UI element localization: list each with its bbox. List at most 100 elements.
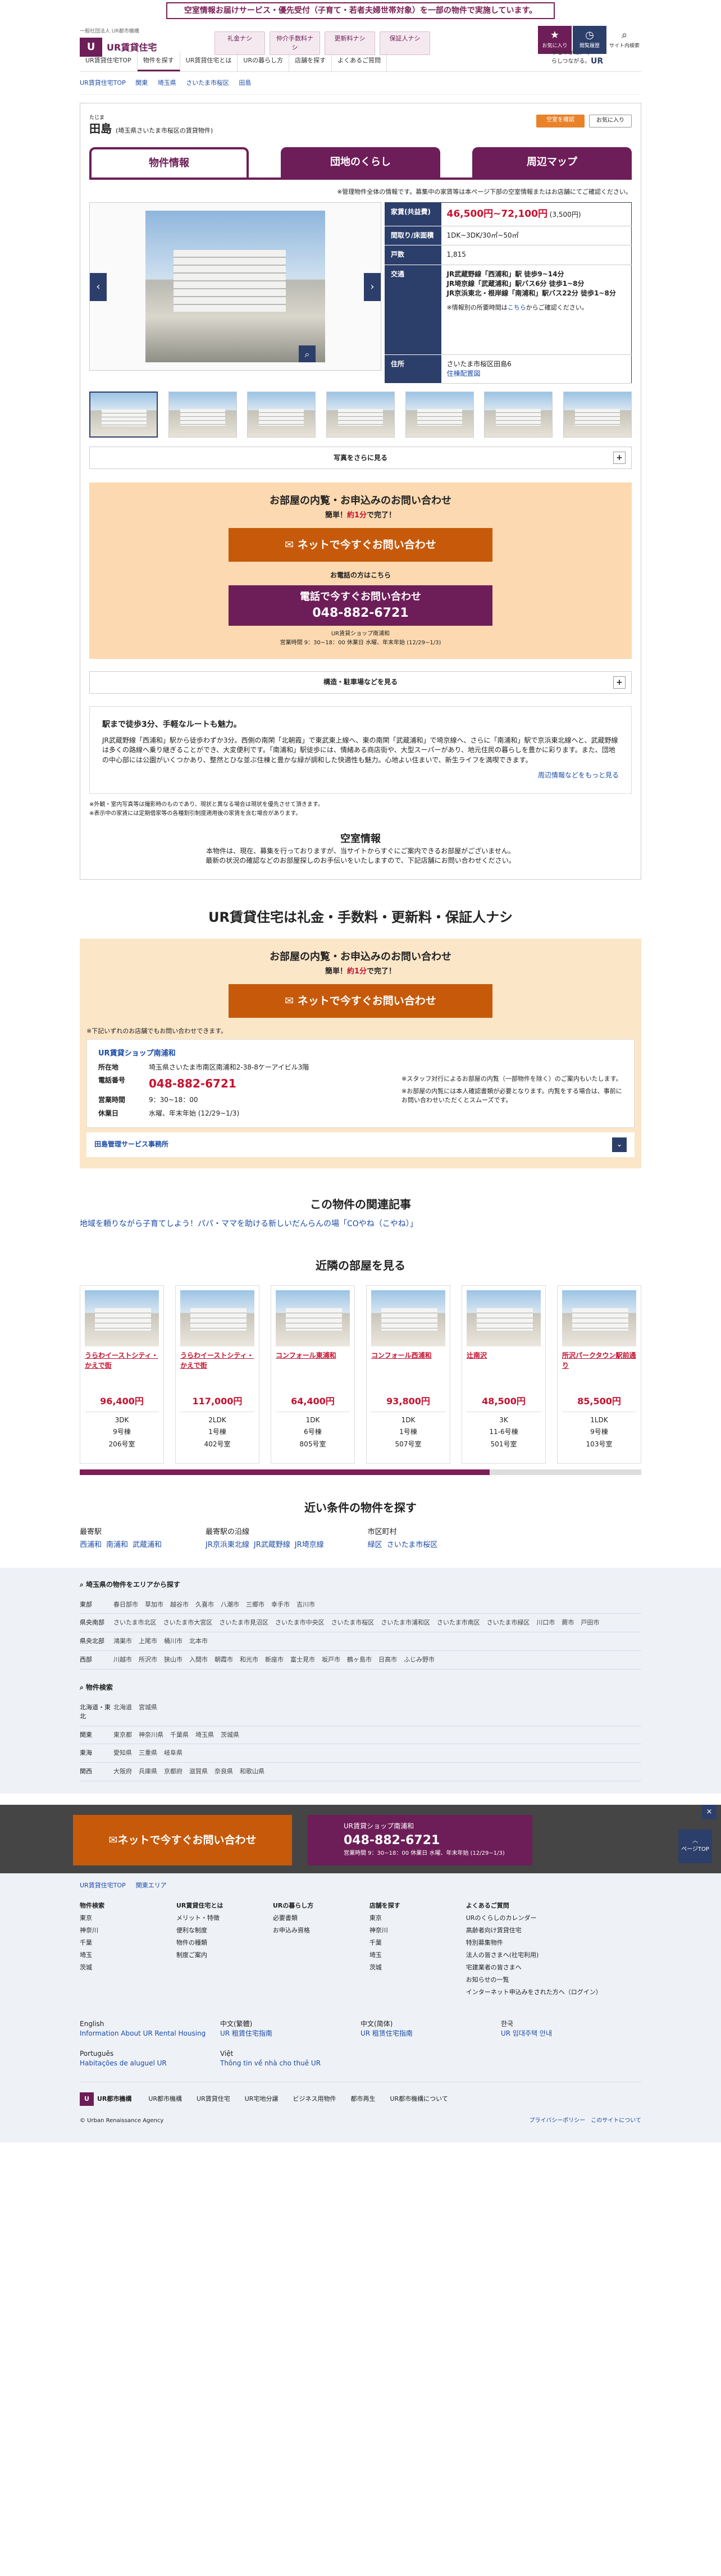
net-inquiry-button-2[interactable]: ✉ ネットで今すぐお問い合わせ <box>229 984 492 1018</box>
nearby-name[interactable]: 辻南沢 <box>467 1351 541 1381</box>
city-link[interactable]: さいたま市緑区 <box>487 1619 530 1626</box>
footer-logo[interactable]: U UR都市機構 <box>80 2092 131 2106</box>
privacy-link[interactable]: プライバシーポリシー <box>529 2118 585 2124</box>
language-link[interactable]: Habitações de aluguel UR <box>80 2059 220 2068</box>
city-link[interactable]: さいたま市浦和区 <box>381 1619 430 1626</box>
nearby-card[interactable]: うらわイーストシティ・ かえで街 117,000円 2LDK 1号棟 402号室 <box>175 1285 259 1464</box>
city-link[interactable]: 坂戸市 <box>322 1656 340 1663</box>
footer-link[interactable]: 茨城 <box>369 1963 449 1972</box>
close-icon[interactable]: × <box>702 1805 717 1820</box>
pref-link[interactable]: 滋賀県 <box>189 1768 208 1775</box>
add-favorite-button[interactable]: お気に入り <box>589 115 632 128</box>
footer-bottom-link[interactable]: 都市再生 <box>350 2095 375 2104</box>
ur-corp-logo[interactable]: UR <box>591 56 641 67</box>
footer-link[interactable]: 埼玉 <box>80 1951 159 1960</box>
footer-link[interactable]: 宅建業者の皆さまへ <box>466 1963 641 1972</box>
footer-link[interactable]: 必要書類 <box>273 1914 353 1923</box>
thumbnail[interactable] <box>326 392 395 438</box>
cond-link[interactable]: 緑区 <box>368 1541 382 1549</box>
tab-map[interactable]: 周辺マップ <box>472 147 632 178</box>
city-link[interactable]: 朝霞市 <box>215 1656 233 1663</box>
city-link[interactable]: さいたま市南区 <box>437 1619 480 1626</box>
shop-name-link[interactable]: UR賃貸ショップ南浦和 <box>98 1049 401 1059</box>
city-link[interactable]: 幸手市 <box>271 1601 290 1608</box>
next-photo-button[interactable]: › <box>364 273 381 302</box>
nearby-card[interactable]: 所沢パークタウン駅前通り 85,500円 1LDK 9号棟 103号室 <box>557 1285 641 1464</box>
footer-link[interactable]: 法人の皆さまへ(社宅利用) <box>466 1951 641 1960</box>
gnav-search[interactable]: 物件を探す <box>137 52 180 72</box>
footer-link[interactable]: お申込み資格 <box>273 1926 353 1935</box>
city-link[interactable]: 八潮市 <box>221 1601 239 1608</box>
pref-link[interactable]: 大阪府 <box>113 1768 132 1775</box>
nearby-name[interactable]: うらわイーストシティ・ かえで街 <box>85 1351 159 1381</box>
footer-column-heading[interactable]: UR賃貸住宅とは <box>176 1901 256 1910</box>
city-link[interactable]: 春日部市 <box>113 1601 138 1608</box>
footer-column-heading[interactable]: 店舗を探す <box>369 1901 449 1910</box>
cond-link[interactable]: 南浦和 <box>106 1541 128 1549</box>
footer-link[interactable]: インターネット申込みをされた方へ（ログイン） <box>466 1988 641 1997</box>
cond-link[interactable]: JR京浜東北線 <box>206 1541 249 1549</box>
language-link[interactable]: Information About UR Rental Housing <box>80 2029 220 2038</box>
footer-bottom-link[interactable]: UR都市機構について <box>390 2095 448 2104</box>
footer-link[interactable]: 特別募集物件 <box>466 1938 641 1947</box>
article-link[interactable]: 地域を頼りながら子育てしよう！パパ・ママを助ける新しいだんらんの場「COやね（こ… <box>80 1219 418 1228</box>
net-inquiry-button[interactable]: ✉ ネットで今すぐお問い合わせ <box>229 528 492 562</box>
top-notice[interactable]: 空室情報お届けサービス・優先受付（子育て・若者夫婦世帯対象）を一部の物件で実施し… <box>0 0 721 21</box>
gnav-faq[interactable]: よくあるご質問 <box>332 52 387 72</box>
access-detail-link[interactable]: こちら <box>508 304 526 311</box>
gnav-about[interactable]: UR賃貸住宅とは <box>180 52 238 72</box>
footer-bottom-link[interactable]: UR都市機構 <box>148 2095 182 2104</box>
nearby-card[interactable]: コンフォール西浦和 93,800円 1DK 1号棟 507号室 <box>366 1285 450 1464</box>
city-link[interactable]: 三郷市 <box>246 1601 264 1608</box>
city-link[interactable]: 久喜市 <box>195 1601 214 1608</box>
thumbnail[interactable] <box>563 392 632 438</box>
city-link[interactable]: 蕨市 <box>562 1619 574 1626</box>
page-top-button[interactable]: ︿ ページTOP <box>678 1829 712 1864</box>
footer-crumb[interactable]: UR賃貸住宅TOP <box>80 1882 126 1889</box>
footer-link[interactable]: 茨城 <box>80 1963 159 1972</box>
language-link[interactable]: UR 租賃住宅指南 <box>220 2029 360 2038</box>
city-link[interactable]: 日高市 <box>378 1656 397 1663</box>
city-link[interactable]: 狭山市 <box>164 1656 182 1663</box>
footer-link[interactable]: 高齢者向け賃貸住宅 <box>466 1926 641 1935</box>
footer-link[interactable]: URのくらしのカレンダー <box>466 1914 641 1923</box>
footer-bottom-link[interactable]: ビジネス用物件 <box>293 2095 336 2104</box>
nearby-name[interactable]: コンフォール西浦和 <box>371 1351 445 1381</box>
pref-link[interactable]: 和歌山県 <box>240 1768 264 1775</box>
zoom-button[interactable]: ⌕ <box>299 345 316 363</box>
city-link[interactable]: 北本市 <box>189 1637 208 1645</box>
city-link[interactable]: 桶川市 <box>164 1637 182 1645</box>
pref-link[interactable]: 東京都 <box>113 1731 132 1738</box>
crumb-kanto[interactable]: 関東 <box>135 79 148 87</box>
footer-column-heading[interactable]: よくあるご質問 <box>466 1901 641 1910</box>
footer-column-heading[interactable]: URの暮らし方 <box>273 1901 353 1910</box>
cond-link[interactable]: 武蔵浦和 <box>133 1541 162 1549</box>
city-link[interactable]: さいたま市大宮区 <box>163 1619 213 1626</box>
city-link[interactable]: 越谷市 <box>170 1601 189 1608</box>
gnav-lifestyle[interactable]: URの暮らし方 <box>238 52 290 72</box>
footer-column-heading[interactable]: 物件検索 <box>80 1901 159 1910</box>
pref-link[interactable]: 北海道 <box>113 1704 132 1711</box>
language-link[interactable]: Thông tin về nhà cho thuê UR <box>220 2059 360 2068</box>
footer-link[interactable]: お知らせの一覧 <box>466 1976 641 1985</box>
thumbnail[interactable] <box>168 392 237 438</box>
crumb-saitama[interactable]: 埼玉県 <box>158 79 176 87</box>
city-link[interactable]: 草加市 <box>145 1601 163 1608</box>
footer-link[interactable]: 物件の種類 <box>176 1938 256 1947</box>
city-link[interactable]: 鶴ヶ島市 <box>347 1656 372 1663</box>
pref-link[interactable]: 奈良県 <box>215 1768 233 1775</box>
sticky-net-button[interactable]: ✉ ネットで今すぐお問い合わせ <box>73 1815 292 1866</box>
footer-link[interactable]: 千葉 <box>80 1938 159 1947</box>
footer-link[interactable]: 東京 <box>80 1914 159 1923</box>
cond-link[interactable]: 西浦和 <box>80 1541 102 1549</box>
pref-link[interactable]: 宮城県 <box>139 1704 157 1711</box>
carousel-scrollbar[interactable] <box>80 1469 641 1476</box>
footer-link[interactable]: 便利な制度 <box>176 1926 256 1935</box>
site-plan-link[interactable]: 住棟配置図 <box>447 370 481 377</box>
nearby-card[interactable]: うらわイーストシティ・ かえで街 96,400円 3DK 9号棟 206号室 <box>80 1285 164 1464</box>
footer-link[interactable]: 神奈川 <box>369 1926 449 1935</box>
nearby-name[interactable]: コンフォール東浦和 <box>276 1351 350 1381</box>
photo-viewer[interactable]: ‹ › ⌕ <box>89 202 381 371</box>
phone-inquiry-button[interactable]: 電話で今すぐお問い合わせ 048-882-6721 <box>229 585 492 626</box>
management-office-toggle[interactable]: 田島管理サービス事務所 ⌄ <box>86 1132 635 1158</box>
